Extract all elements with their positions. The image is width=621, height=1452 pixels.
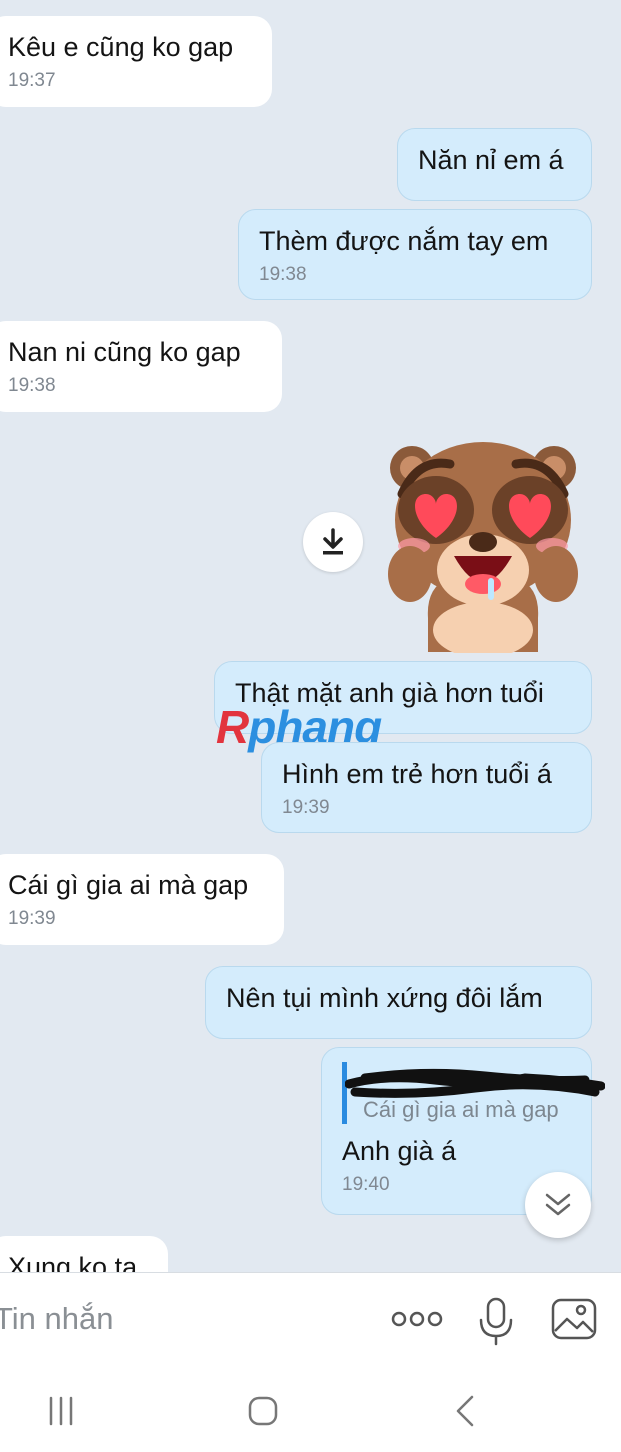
back-button[interactable]	[448, 1392, 482, 1430]
message-text: Nên tụi mình xứng đôi lắm	[226, 983, 543, 1013]
reply-quote[interactable]: Cái gì gia ai mà gap	[342, 1062, 605, 1124]
message-text: Hình em trẻ hơn tuổi á	[282, 759, 552, 789]
chat-area[interactable]: Kêu e cũng ko gap 19:37 Năn nỉ em á Thèm…	[0, 0, 621, 1272]
download-button[interactable]	[303, 512, 363, 572]
message-time: 19:38	[259, 264, 307, 285]
message-text: Xung ko ta	[8, 1252, 138, 1272]
download-icon	[323, 528, 343, 555]
message-input[interactable]: Tin nhắn	[0, 1301, 114, 1337]
recent-apps-button[interactable]	[40, 1394, 82, 1428]
recent-apps-icon	[49, 1396, 73, 1426]
microphone-icon	[479, 1297, 513, 1346]
message-text: Thèm được nắm tay em	[259, 226, 549, 256]
message-time: 19:39	[8, 908, 56, 929]
message-text: Nan ni cũng ko gap	[8, 337, 241, 367]
message-incoming[interactable]: Xung ko ta	[0, 1236, 168, 1272]
message-text: Anh già á	[342, 1136, 457, 1166]
message-outgoing[interactable]: Năn nỉ em á	[397, 128, 592, 201]
home-icon	[248, 1396, 278, 1426]
more-button[interactable]	[390, 1303, 444, 1335]
voice-button[interactable]	[475, 1293, 517, 1349]
message-time: 19:38	[8, 375, 56, 396]
quote-sender-redacted	[345, 1062, 605, 1098]
more-icon	[391, 1311, 443, 1327]
home-button[interactable]	[242, 1392, 284, 1430]
message-outgoing[interactable]: Hình em trẻ hơn tuổi á 19:39	[261, 742, 592, 833]
message-text: Kêu e cũng ko gap	[8, 32, 234, 62]
image-button[interactable]	[548, 1295, 600, 1343]
bear-heart-eyes-sticker[interactable]	[388, 438, 578, 653]
back-icon	[456, 1395, 474, 1427]
message-text: Cái gì gia ai mà gap	[8, 870, 249, 900]
message-incoming[interactable]: Cái gì gia ai mà gap 19:39	[0, 854, 284, 945]
message-time: 19:39	[282, 797, 330, 818]
message-outgoing[interactable]: Thèm được nắm tay em 19:38	[238, 209, 592, 300]
message-incoming[interactable]: Kêu e cũng ko gap 19:37	[0, 16, 272, 107]
scroll-down-icon	[545, 1193, 571, 1216]
image-icon	[551, 1298, 597, 1340]
redaction-scribble	[345, 1068, 605, 1098]
message-outgoing[interactable]: Nên tụi mình xứng đôi lắm	[205, 966, 592, 1039]
message-text: Năn nỉ em á	[418, 145, 564, 175]
scroll-to-bottom-button[interactable]	[525, 1172, 591, 1238]
message-time: 19:37	[8, 70, 56, 91]
message-incoming[interactable]: Nan ni cũng ko gap 19:38	[0, 321, 282, 412]
message-input-bar: Tin nhắn	[0, 1272, 621, 1364]
system-navigation-bar	[0, 1364, 621, 1452]
